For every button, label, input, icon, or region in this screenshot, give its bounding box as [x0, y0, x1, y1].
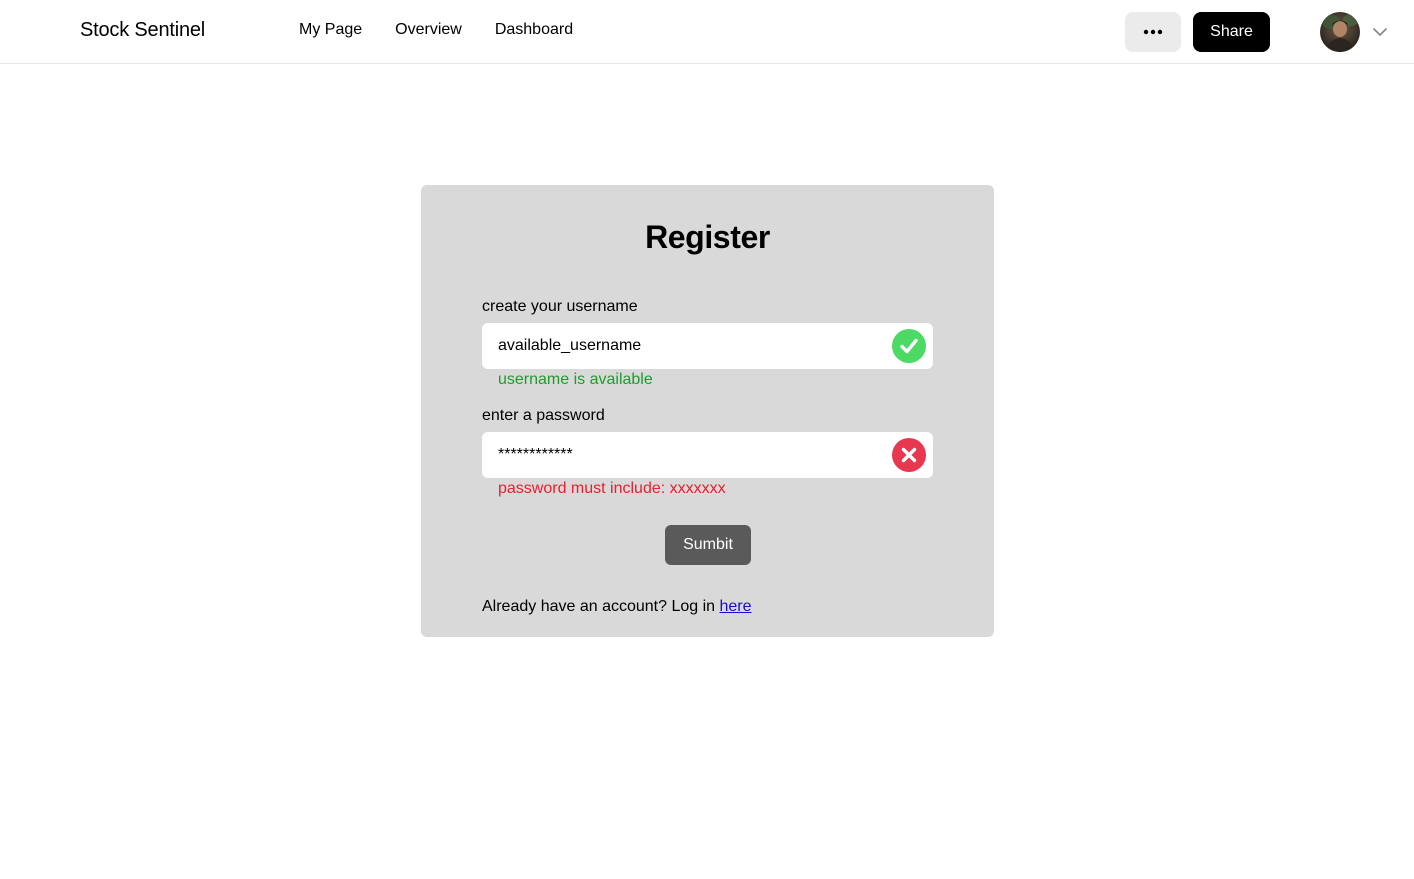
top-navigation-bar: Stock Sentinel My Page Overview Dashboar…	[0, 0, 1414, 64]
register-card: Register create your username username i…	[421, 185, 994, 637]
main-nav: My Page Overview Dashboard	[299, 21, 573, 39]
chevron-down-icon[interactable]	[1370, 22, 1390, 42]
nav-link-dashboard[interactable]: Dashboard	[495, 21, 573, 39]
more-horizontal-icon	[1143, 29, 1163, 35]
check-circle-icon	[892, 329, 926, 363]
login-prompt: Already have an account? Log in here	[482, 598, 752, 616]
login-link[interactable]: here	[720, 598, 752, 615]
nav-link-my-page[interactable]: My Page	[299, 21, 362, 39]
username-field-wrapper	[482, 323, 933, 369]
x-circle-icon	[892, 438, 926, 472]
password-field-wrapper	[482, 432, 933, 478]
username-label: create your username	[482, 298, 638, 315]
avatar[interactable]	[1320, 12, 1360, 52]
avatar-image	[1320, 12, 1360, 52]
brand-name[interactable]: Stock Sentinel	[80, 19, 205, 42]
more-options-button[interactable]	[1125, 12, 1181, 52]
password-error-text: password must include: xxxxxxx	[498, 480, 726, 497]
username-status-text: username is available	[498, 371, 653, 388]
username-input[interactable]	[498, 323, 878, 369]
nav-link-overview[interactable]: Overview	[395, 21, 462, 39]
password-label: enter a password	[482, 407, 605, 424]
login-prompt-text: Already have an account? Log in	[482, 598, 720, 615]
password-input[interactable]	[498, 432, 878, 478]
share-button[interactable]: Share	[1193, 12, 1270, 52]
submit-button[interactable]: Sumbit	[665, 525, 751, 565]
page-title: Register	[645, 219, 770, 255]
